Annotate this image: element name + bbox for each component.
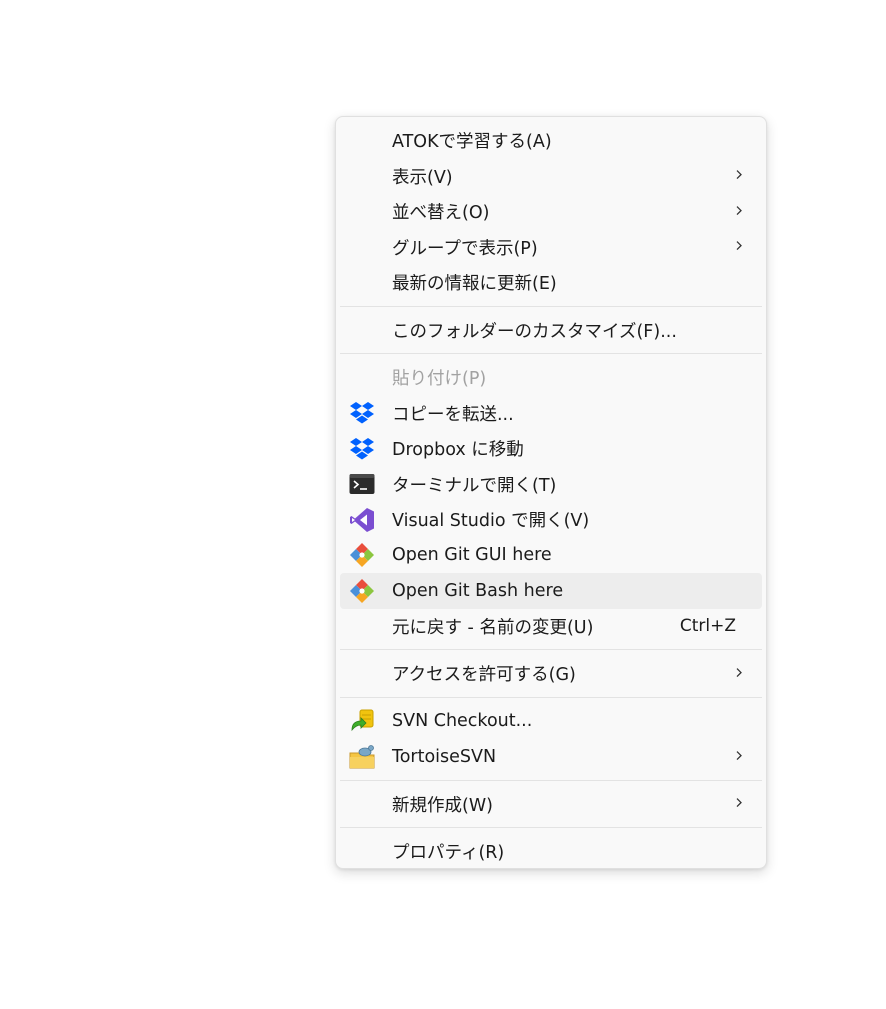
chevron-right-icon [736, 170, 742, 180]
menu-item-open-git-gui[interactable]: Open Git GUI here [340, 538, 762, 574]
menu-item-label: Open Git GUI here [392, 545, 552, 566]
chevron-right-icon [736, 750, 742, 760]
svn-checkout-icon [348, 707, 376, 735]
menu-item-label: プロパティ(R) [392, 843, 505, 864]
menu-item-paste: 貼り付け(P) [340, 360, 762, 396]
menu-item-label: ATOKで学習する(A) [392, 132, 552, 153]
menu-item-customize-folder[interactable]: このフォルダーのカスタマイズ(F)... [340, 313, 762, 349]
menu-item-label: Dropbox に移動 [392, 440, 524, 461]
menu-item-send-copy[interactable]: コピーを転送... [340, 396, 762, 432]
menu-item-label: このフォルダーのカスタマイズ(F)... [392, 321, 677, 342]
menu-item-label: 表示(V) [392, 167, 453, 188]
menu-item-label: 新規作成(W) [392, 795, 493, 816]
menu-item-group-by[interactable]: グループで表示(P) [340, 230, 762, 266]
chevron-right-icon [736, 241, 742, 251]
menu-separator [340, 827, 762, 828]
menu-item-give-access[interactable]: アクセスを許可する(G) [340, 656, 762, 692]
git-bash-icon [348, 577, 376, 605]
menu-item-label: Visual Studio で開く(V) [392, 511, 590, 532]
menu-item-label: グループで表示(P) [392, 238, 538, 259]
menu-item-refresh[interactable]: 最新の情報に更新(E) [340, 265, 762, 301]
context-menu: ATOKで学習する(A) 表示(V) 並べ替え(O) グループで表示(P) 最新… [335, 116, 767, 869]
menu-item-atok-learn[interactable]: ATOKで学習する(A) [340, 123, 762, 159]
menu-item-new[interactable]: 新規作成(W) [340, 787, 762, 823]
menu-item-open-visual-studio[interactable]: Visual Studio で開く(V) [340, 502, 762, 538]
menu-separator [340, 779, 762, 781]
menu-item-label: コピーを転送... [392, 404, 514, 425]
tortoisesvn-icon [348, 743, 376, 771]
menu-item-undo-rename[interactable]: 元に戻す - 名前の変更(U) Ctrl+Z [340, 609, 762, 645]
menu-item-label: 最新の情報に更新(E) [392, 274, 557, 295]
menu-separator [340, 696, 762, 698]
menu-item-move-to-dropbox[interactable]: Dropbox に移動 [340, 431, 762, 467]
menu-item-sort[interactable]: 並べ替え(O) [340, 194, 762, 230]
menu-item-tortoisesvn[interactable]: TortoiseSVN [340, 739, 762, 775]
dropbox-icon [348, 435, 376, 463]
visual-studio-icon [348, 506, 376, 534]
dropbox-icon [348, 399, 376, 427]
menu-separator [340, 353, 762, 354]
menu-item-label: 貼り付け(P) [392, 369, 487, 390]
chevron-right-icon [736, 205, 742, 215]
menu-item-properties[interactable]: プロパティ(R) [340, 834, 762, 870]
keyboard-shortcut: Ctrl+Z [679, 616, 736, 637]
menu-item-view[interactable]: 表示(V) [340, 159, 762, 195]
chevron-right-icon [736, 667, 742, 677]
menu-item-label: 並べ替え(O) [392, 203, 490, 224]
terminal-icon [348, 470, 376, 498]
menu-item-label: TortoiseSVN [392, 746, 497, 767]
menu-item-label: ターミナルで開く(T) [392, 475, 557, 496]
menu-item-svn-checkout[interactable]: SVN Checkout... [340, 704, 762, 740]
menu-separator [340, 305, 762, 307]
menu-item-open-git-bash[interactable]: Open Git Bash here [340, 573, 762, 609]
menu-item-label: 元に戻す - 名前の変更(U) [392, 617, 594, 638]
chevron-right-icon [736, 798, 742, 808]
menu-item-label: Open Git Bash here [392, 580, 564, 601]
menu-item-label: アクセスを許可する(G) [392, 665, 576, 686]
menu-item-open-terminal[interactable]: ターミナルで開く(T) [340, 467, 762, 503]
menu-item-label: SVN Checkout... [392, 711, 533, 732]
menu-separator [340, 649, 762, 650]
git-gui-icon [348, 541, 376, 569]
